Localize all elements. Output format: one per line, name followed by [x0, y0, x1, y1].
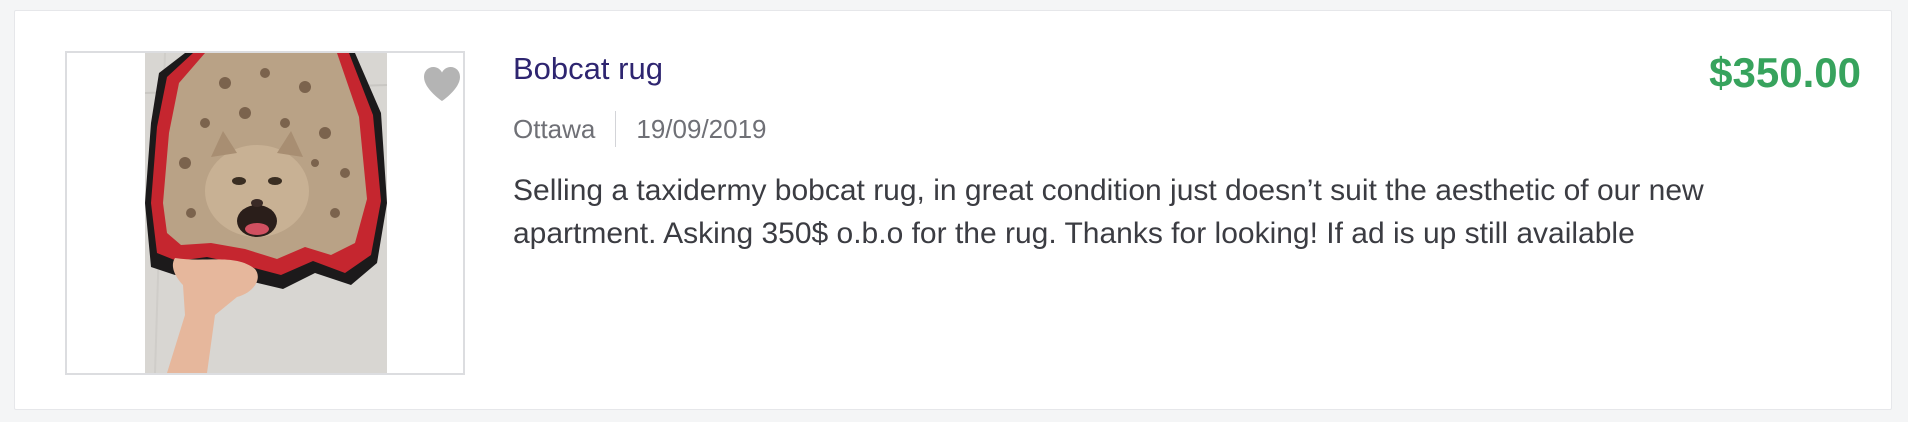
listing-date: 19/09/2019 [636, 113, 767, 144]
listing-price: $350.00 [1709, 49, 1861, 96]
listing-location: Ottawa [513, 113, 596, 144]
meta-divider [615, 111, 617, 147]
favorite-button[interactable] [422, 65, 462, 103]
listing-thumbnail[interactable] [65, 51, 465, 375]
listing-description: Selling a taxidermy bobcat rug, in great… [513, 174, 1704, 250]
listing-photo [145, 53, 387, 373]
listing-meta: Ottawa 19/09/2019 [513, 111, 767, 147]
listing-title[interactable]: Bobcat rug [513, 51, 663, 87]
heart-icon [424, 67, 460, 101]
listing-card[interactable]: Bobcat rug $350.00 Ottawa 19/09/2019 Sel… [14, 10, 1892, 410]
